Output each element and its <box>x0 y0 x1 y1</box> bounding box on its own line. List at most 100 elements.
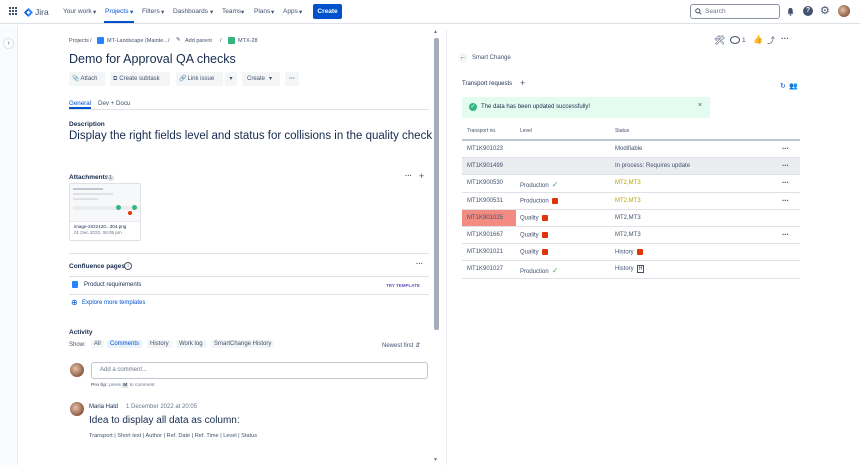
link-issue-label: Link issue <box>187 76 215 82</box>
scroll-down-arrow-icon[interactable]: ▼ <box>433 457 438 463</box>
scroll-up-arrow-icon[interactable]: ▲ <box>433 29 438 35</box>
comment-author[interactable]: Maria Hald <box>89 404 118 410</box>
add-comment-input[interactable]: Add a comment... <box>91 362 428 379</box>
app-switcher-icon[interactable] <box>9 7 18 16</box>
row-more-icon[interactable]: ··· <box>782 196 789 205</box>
sort-newest-first-button[interactable]: Newest first ⇵ <box>382 342 420 349</box>
transport-number[interactable]: MT1K901027 <box>467 266 503 272</box>
table-row[interactable]: MT1K901667 Quality MT2,MT3 ··· <box>462 227 800 245</box>
section-divider <box>69 253 429 254</box>
tab-dev-docu[interactable]: Dev + Docu <box>98 100 131 107</box>
activity-tab-comments[interactable]: Comments <box>107 340 143 348</box>
back-label[interactable]: Smart Change <box>472 55 511 61</box>
more-icon[interactable]: ··· <box>781 34 789 43</box>
table-row[interactable]: MT1K901025 Quality MT2,MT3 <box>462 209 800 227</box>
close-icon[interactable]: × <box>698 102 702 109</box>
issue-title[interactable]: Demo for Approval QA checks <box>69 52 236 66</box>
jira-logo[interactable]: Jira <box>24 6 49 18</box>
more-icon[interactable]: ··· <box>405 173 412 180</box>
attachment-thumbnail[interactable]: image-2022120...304.png 01 Dec 2022, 08:… <box>69 183 141 241</box>
create-subtask-button[interactable]: ⧉ Create subtask <box>110 72 170 86</box>
nav-plans[interactable]: Plans <box>254 8 270 15</box>
more-icon[interactable]: ··· <box>416 261 423 268</box>
watch-eye-icon[interactable] <box>730 36 740 44</box>
row-more-icon[interactable]: ··· <box>782 144 789 153</box>
table-row[interactable]: MT1K901499 In process: Requires update ··· <box>462 158 800 176</box>
transport-number[interactable]: MT1K900531 <box>467 198 503 204</box>
comment-date[interactable]: 1 December 2022 at 20:05 <box>126 404 197 410</box>
more-actions-button[interactable]: ··· <box>285 72 299 86</box>
breadcrumb-project[interactable]: MT-Landscape (Mainte... <box>107 38 168 44</box>
breadcrumb-issue-key[interactable]: MTX-28 <box>238 38 258 44</box>
description-text[interactable]: Display the right fields level and statu… <box>69 130 438 142</box>
scrollbar-thumb[interactable] <box>434 38 439 330</box>
nav-dashboards[interactable]: Dashboards <box>173 8 208 15</box>
info-icon[interactable]: i <box>124 262 132 270</box>
activity-tab-smartchange-history[interactable]: SmartChange History <box>211 340 275 348</box>
column-header-transport-no[interactable]: Transport no. <box>467 128 497 134</box>
users-icon[interactable]: 👥 <box>789 82 798 90</box>
level-text: Quality <box>520 232 539 239</box>
table-row[interactable]: MT1K901023 Modifiable ··· <box>462 141 800 159</box>
story-type-icon <box>228 37 235 44</box>
level-cell: Production <box>520 197 558 205</box>
settings-gear-icon[interactable]: ⚙ <box>820 4 830 18</box>
breadcrumb-separator: / <box>220 38 222 44</box>
add-icon[interactable]: + <box>419 171 424 181</box>
profile-avatar[interactable] <box>838 5 850 17</box>
sort-label: Newest first <box>382 343 414 349</box>
transport-number[interactable]: MT1K900530 <box>467 180 503 186</box>
pencil-icon: ✎ <box>176 37 181 43</box>
level-text: Production <box>520 198 549 205</box>
table-row[interactable]: MT1K901021 Quality History <box>462 244 800 262</box>
thumbs-up-icon[interactable]: 👍 <box>753 35 763 44</box>
expand-sidebar-chevron-icon[interactable]: › <box>3 38 14 49</box>
create-button[interactable]: Create <box>313 4 342 19</box>
smartchange-app-icon[interactable]: 🛠 <box>714 35 725 46</box>
tab-general[interactable]: General <box>69 100 91 107</box>
column-header-level[interactable]: Level <box>520 128 532 134</box>
transport-number[interactable]: MT1K901025 <box>467 215 503 221</box>
activity-tab-work-log[interactable]: Work log <box>176 340 206 348</box>
nav-your-work[interactable]: Your work <box>63 8 92 15</box>
link-issue-dropdown[interactable]: ▾ <box>225 72 237 86</box>
nav-projects[interactable]: Projects <box>105 8 128 15</box>
link-issue-button[interactable]: 🔗Link issue <box>176 72 223 86</box>
table-row[interactable]: MT1K900531 Production MT2,MT3 ··· <box>462 193 800 210</box>
activity-tab-history[interactable]: History <box>147 340 172 348</box>
breadcrumb-projects[interactable]: Projects <box>69 38 89 44</box>
row-more-icon[interactable]: ··· <box>782 161 789 170</box>
activity-tab-all[interactable]: All <box>91 340 104 348</box>
explore-templates-icon: ⊕ <box>71 298 78 307</box>
add-icon[interactable]: + <box>520 78 525 88</box>
transport-number[interactable]: MT1K901023 <box>467 146 503 152</box>
attachments-count-badge: 1 <box>107 175 114 181</box>
try-template-link[interactable]: TRY TEMPLATE <box>386 283 420 288</box>
add-parent-link[interactable]: Add parent <box>185 38 212 44</box>
search-input[interactable]: Search <box>690 4 780 19</box>
row-more-icon[interactable]: ··· <box>782 230 789 239</box>
share-icon[interactable]: ⤴ <box>767 35 775 46</box>
create-dropdown-button[interactable]: Create ▾ <box>242 72 280 86</box>
attach-label: Attach <box>80 76 98 82</box>
transport-number[interactable]: MT1K901021 <box>467 249 503 255</box>
nav-teams[interactable]: Teams <box>222 8 241 15</box>
watch-count[interactable]: 1 <box>742 37 746 44</box>
attach-button[interactable]: 📎Attach <box>69 72 105 86</box>
confluence-item-product-requirements[interactable]: Product requirements <box>84 282 141 288</box>
column-header-status[interactable]: Status <box>615 128 629 134</box>
table-row[interactable]: MT1K900530 Production ✓ MT2,MT3 ··· <box>462 175 800 193</box>
help-icon[interactable]: ? <box>803 6 813 16</box>
row-more-icon[interactable]: ··· <box>782 178 789 187</box>
back-arrow-icon[interactable]: ← <box>458 53 468 63</box>
explore-templates-link[interactable]: Explore more templates <box>82 300 145 306</box>
nav-apps[interactable]: Apps <box>283 8 298 15</box>
notifications-icon[interactable] <box>786 7 795 16</box>
transport-number[interactable]: MT1K901499 <box>467 163 503 169</box>
nav-filters[interactable]: Filters <box>142 8 160 15</box>
level-cell: Quality <box>520 249 548 256</box>
sort-icon: ⇵ <box>415 343 421 349</box>
table-row[interactable]: MT1K901027 Production ✓ History H <box>462 261 800 279</box>
transport-number[interactable]: MT1K901667 <box>467 232 503 238</box>
refresh-icon[interactable]: ↻ <box>780 82 786 90</box>
